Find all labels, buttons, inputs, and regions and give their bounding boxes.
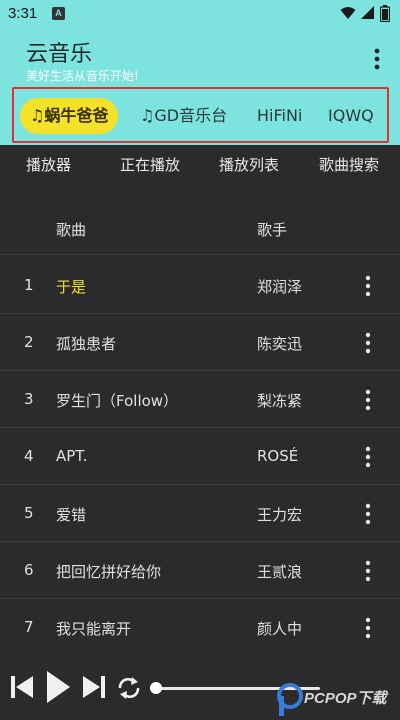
row-menu-icon[interactable]	[358, 273, 378, 299]
tab-now-playing[interactable]: 正在播放	[120, 154, 180, 175]
song-artist: 王力宏	[257, 506, 303, 524]
row-menu-icon[interactable]	[358, 444, 378, 470]
row-menu-icon[interactable]	[358, 501, 378, 527]
play-icon[interactable]	[45, 670, 71, 704]
song-row[interactable]: 1 于是 郑润泽	[0, 257, 400, 314]
app-subtitle: 美好生活从音乐开始!	[26, 69, 139, 83]
source-tab-bar: ♫蜗牛爸爸 ♫GD音乐台 HiFiNi IQWQ 音	[12, 87, 389, 143]
signal-icon	[361, 6, 374, 19]
row-menu-icon[interactable]	[358, 387, 378, 413]
tab-player[interactable]: 播放器	[26, 154, 71, 175]
song-row[interactable]: 7 我只能离开 颜人中	[0, 599, 400, 656]
song-artist: 陈奕迅	[257, 335, 303, 353]
tab-playlist[interactable]: 播放列表	[219, 154, 279, 175]
song-row[interactable]: 5 爱错 王力宏	[0, 485, 400, 542]
app-header: 3:31 A 云音乐 美好生活从音乐开始! ♫蜗牛爸爸 ♫GD音乐台 HiFiN…	[0, 0, 400, 145]
watermark-logo-icon	[277, 683, 303, 716]
song-title: APT.	[56, 447, 88, 465]
status-bar: 3:31 A	[0, 0, 400, 28]
row-number: 7	[24, 618, 34, 636]
song-title: 爱错	[56, 506, 87, 524]
row-number: 3	[24, 390, 34, 408]
status-time: 3:31	[8, 5, 38, 22]
song-row[interactable]: 3 罗生门（Follow） 梨冻紧	[0, 371, 400, 428]
song-row[interactable]: 2 孤独患者 陈奕迅	[0, 314, 400, 371]
row-number: 2	[24, 333, 34, 351]
song-artist: 梨冻紧	[257, 392, 303, 410]
tab-song-search[interactable]: 歌曲搜索	[319, 154, 379, 175]
song-title: 于是	[56, 278, 87, 296]
source-tab-iqwq[interactable]: IQWQ	[328, 98, 374, 134]
song-artist: 王贰浪	[257, 563, 303, 581]
overflow-menu-icon[interactable]	[366, 44, 388, 74]
previous-icon[interactable]	[10, 674, 34, 700]
app-title: 云音乐	[26, 42, 93, 67]
watermark-text: PCPOP下载	[304, 690, 387, 707]
repeat-icon[interactable]	[116, 676, 142, 700]
row-number: 6	[24, 561, 34, 579]
row-number: 5	[24, 504, 34, 522]
row-number: 4	[24, 447, 34, 465]
source-tab-hifini[interactable]: HiFiNi	[257, 98, 302, 134]
column-header-song: 歌曲	[56, 221, 87, 239]
song-title: 我只能离开	[56, 620, 132, 638]
notification-icon: A	[52, 7, 65, 20]
song-artist: 颜人中	[257, 620, 303, 638]
song-row[interactable]: 6 把回忆拼好给你 王贰浪	[0, 542, 400, 599]
song-title: 孤独患者	[56, 335, 117, 353]
row-number: 1	[24, 276, 34, 294]
next-icon[interactable]	[82, 674, 106, 700]
column-header-artist: 歌手	[257, 221, 288, 239]
song-title: 罗生门（Follow）	[56, 392, 179, 410]
song-artist: ROSÉ	[257, 447, 299, 465]
song-artist: 郑润泽	[257, 278, 303, 296]
row-menu-icon[interactable]	[358, 558, 378, 584]
progress-knob[interactable]	[150, 682, 162, 694]
song-title: 把回忆拼好给你	[56, 563, 162, 581]
row-menu-icon[interactable]	[358, 615, 378, 641]
song-row[interactable]: 4 APT. ROSÉ	[0, 428, 400, 485]
row-menu-icon[interactable]	[358, 330, 378, 356]
wifi-icon	[340, 7, 356, 19]
source-tab-gd[interactable]: ♫GD音乐台	[140, 98, 227, 134]
view-tab-bar: 播放器 正在播放 播放列表 歌曲搜索	[0, 145, 400, 183]
watermark: PCPOP下载	[274, 680, 400, 720]
source-tab-woniu[interactable]: ♫蜗牛爸爸	[20, 98, 119, 134]
song-list-header: 歌曲 歌手	[0, 200, 400, 255]
battery-icon	[380, 5, 390, 22]
